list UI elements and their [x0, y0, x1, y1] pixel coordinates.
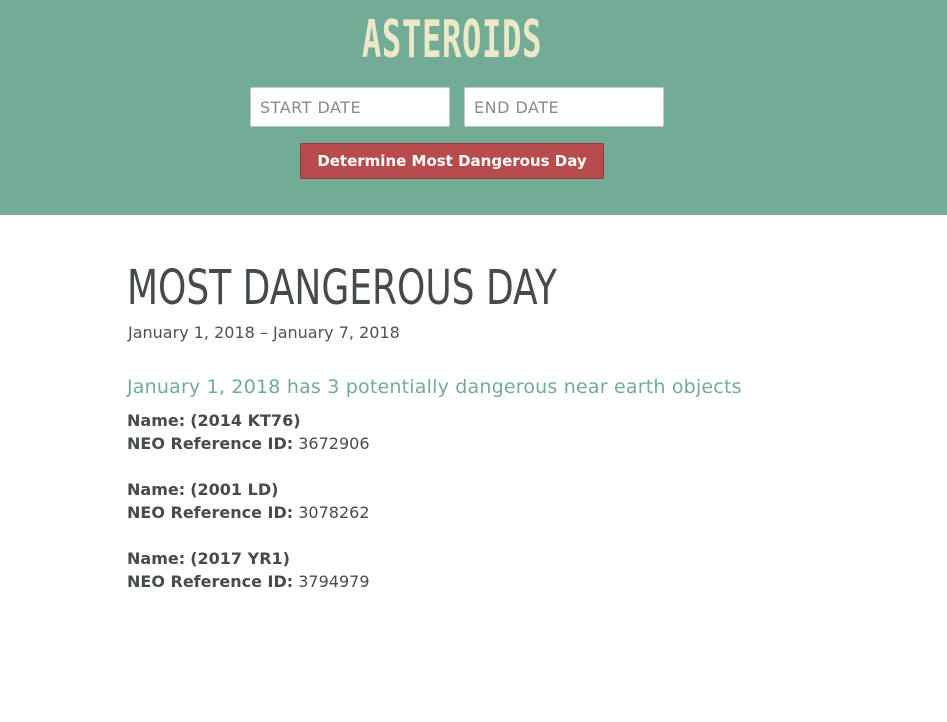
neo-item: Name: (2017 YR1) NEO Reference ID: 37949…	[127, 547, 847, 593]
neo-name-line: Name: (2017 YR1)	[127, 547, 847, 570]
neo-name-label: Name:	[127, 480, 186, 499]
neo-ref-label: NEO Reference ID:	[127, 572, 294, 591]
neo-ref-id: 3794979	[298, 572, 370, 591]
determine-most-dangerous-day-button[interactable]: Determine Most Dangerous Day	[300, 143, 604, 179]
page-title: MOST DANGEROUS DAY	[127, 260, 557, 316]
date-range: January 1, 2018 – January 7, 2018	[128, 323, 400, 342]
neo-name-label: Name:	[127, 411, 186, 430]
neo-ref-label: NEO Reference ID:	[127, 434, 294, 453]
neo-name-label: Name:	[127, 549, 186, 568]
neo-item: Name: (2014 KT76) NEO Reference ID: 3672…	[127, 409, 847, 455]
neo-name: (2014 KT76)	[190, 411, 301, 430]
neo-ref-line: NEO Reference ID: 3078262	[127, 501, 847, 524]
results-section: MOST DANGEROUS DAY January 1, 2018 – Jan…	[127, 258, 847, 616]
neo-ref-label: NEO Reference ID:	[127, 503, 294, 522]
end-date-input[interactable]	[464, 87, 664, 127]
start-date-input[interactable]	[250, 87, 450, 127]
neo-name: (2017 YR1)	[190, 549, 290, 568]
neo-name-line: Name: (2001 LD)	[127, 478, 847, 501]
header: ASTEROIDS Determine Most Dangerous Day	[0, 0, 947, 215]
dangerous-day-summary: January 1, 2018 has 3 potentially danger…	[127, 376, 742, 398]
neo-ref-line: NEO Reference ID: 3672906	[127, 432, 847, 455]
app-logo[interactable]: ASTEROIDS	[172, 10, 732, 70]
neo-list: Name: (2014 KT76) NEO Reference ID: 3672…	[127, 409, 847, 593]
neo-ref-line: NEO Reference ID: 3794979	[127, 570, 847, 593]
neo-item: Name: (2001 LD) NEO Reference ID: 307826…	[127, 478, 847, 524]
neo-ref-id: 3672906	[298, 434, 370, 453]
neo-name-line: Name: (2014 KT76)	[127, 409, 847, 432]
neo-name: (2001 LD)	[190, 480, 279, 499]
neo-ref-id: 3078262	[298, 503, 370, 522]
